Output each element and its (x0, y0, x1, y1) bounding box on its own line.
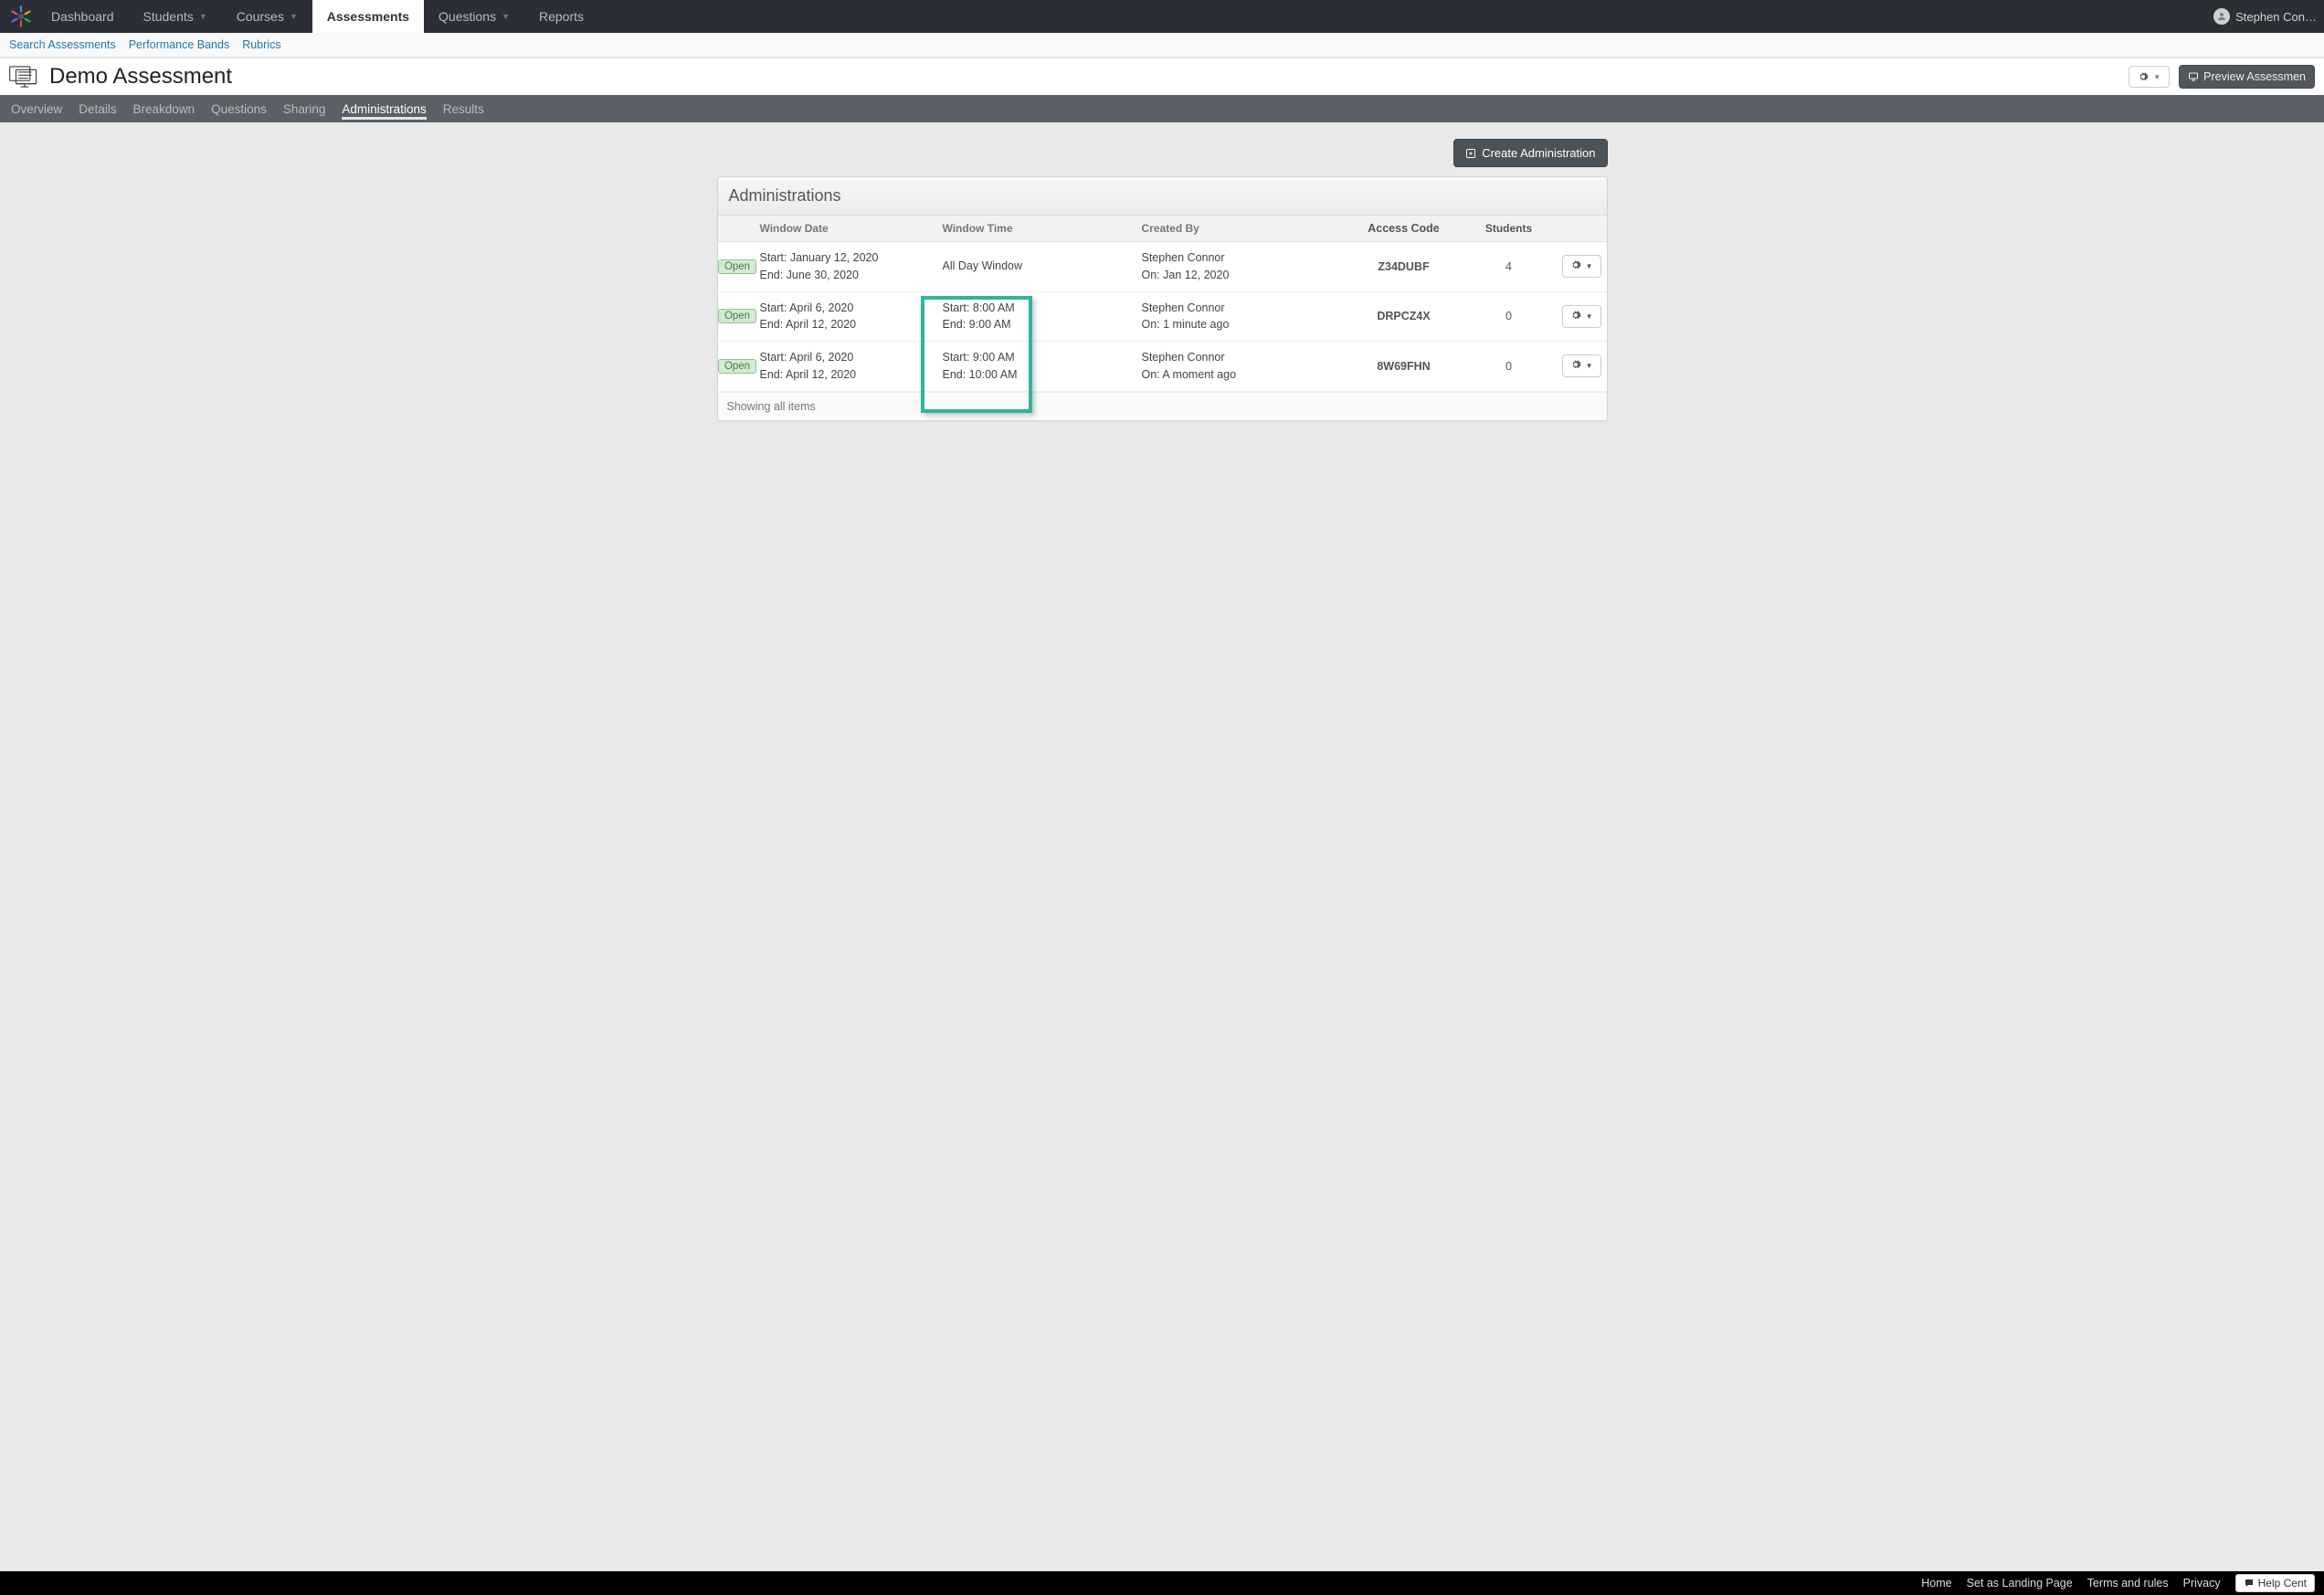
col-students: Students (1473, 222, 1546, 235)
monitor-icon (2188, 71, 2199, 82)
date-end: End: April 12, 2020 (760, 316, 932, 333)
chevron-down-icon: ▼ (1586, 312, 1593, 321)
row-actions-button[interactable]: ▼ (1562, 255, 1601, 278)
time-start: Start: 9:00 AM (943, 349, 1131, 366)
col-window-time: Window Time (937, 222, 1136, 235)
preview-assessment-button[interactable]: Preview Assessmen (2179, 65, 2315, 89)
nav-item-dashboard[interactable]: Dashboard (37, 0, 129, 33)
created-on: On: 1 minute ago (1142, 316, 1330, 333)
creator: Stephen Connor (1142, 349, 1330, 366)
nav-label: Students (143, 9, 194, 24)
creator: Stephen Connor (1142, 300, 1330, 317)
chevron-down-icon: ▼ (290, 12, 298, 21)
nav-item-questions[interactable]: Questions ▼ (424, 0, 524, 33)
subnav-link-search-assessments[interactable]: Search Assessments (9, 38, 116, 51)
nav-item-assessments[interactable]: Assessments (312, 0, 424, 33)
page-title: Demo Assessment (49, 64, 232, 90)
time-start: Start: 8:00 AM (943, 300, 1131, 317)
date-start: Start: April 6, 2020 (760, 349, 932, 366)
table-row: Open Start: January 12, 2020End: June 30,… (718, 242, 1607, 292)
page-tabs: Overview Details Breakdown Questions Sharing… (0, 95, 2324, 122)
tab-questions[interactable]: Questions (211, 99, 267, 120)
assessment-icon (7, 64, 40, 90)
table-row: Open Start: April 6, 2020End: April 12, 2… (718, 342, 1607, 392)
footer-link-terms-and-rules[interactable]: Terms and rules (2087, 1577, 2169, 1590)
gear-icon (1570, 359, 1581, 373)
gear-icon (2138, 71, 2149, 82)
chevron-down-icon: ▼ (199, 12, 207, 21)
time-end: End: 10:00 AM (943, 366, 1131, 384)
sub-nav: Search Assessments Performance Bands Rubri… (0, 33, 2324, 58)
tab-results[interactable]: Results (443, 99, 484, 120)
tab-breakdown[interactable]: Breakdown (133, 99, 195, 120)
col-access-code: Access Code (1336, 222, 1473, 235)
gear-icon (1570, 310, 1581, 323)
students-count: 0 (1473, 360, 1546, 373)
page-footer: Home Set as Landing Page Terms and rules Pr… (0, 1571, 2324, 1595)
footer-link-set-as-landing-page[interactable]: Set as Landing Page (1967, 1577, 2073, 1590)
date-end: End: April 12, 2020 (760, 366, 932, 384)
panel-title: Administrations (718, 177, 1607, 216)
help-center-button[interactable]: Help Cent (2235, 1574, 2315, 1592)
create-label: Create Administration (1482, 146, 1595, 160)
time-start: All Day Window (943, 258, 1131, 275)
tab-sharing[interactable]: Sharing (283, 99, 326, 120)
nav-label: Dashboard (51, 9, 114, 24)
students-count: 0 (1473, 310, 1546, 322)
chevron-down-icon: ▼ (1586, 262, 1593, 270)
nav-label: Assessments (327, 9, 409, 24)
nav-item-courses[interactable]: Courses ▼ (222, 0, 312, 33)
creator: Stephen Connor (1142, 249, 1330, 267)
app-logo[interactable] (5, 0, 37, 33)
panel-footer: Showing all items (718, 392, 1607, 420)
col-created-by: Created By (1136, 222, 1336, 235)
row-actions-button[interactable]: ▼ (1562, 305, 1601, 328)
created-on: On: A moment ago (1142, 366, 1330, 384)
footer-link-privacy[interactable]: Privacy (2183, 1577, 2221, 1590)
table-header: Window Date Window Time Created By Acces… (718, 216, 1607, 242)
time-end: End: 9:00 AM (943, 316, 1131, 333)
gear-icon (1570, 259, 1581, 273)
plus-icon (1465, 148, 1476, 159)
nav-item-students[interactable]: Students ▼ (129, 0, 222, 33)
status-badge: Open (718, 359, 756, 374)
administrations-panel: Administrations Window Date Window Time … (717, 176, 1608, 421)
status-badge: Open (718, 259, 756, 274)
nav-item-reports[interactable]: Reports (524, 0, 598, 33)
nav-label: Questions (438, 9, 496, 24)
tab-administrations[interactable]: Administrations (342, 99, 426, 120)
chevron-down-icon: ▼ (2153, 73, 2160, 81)
top-nav: Dashboard Students ▼ Courses ▼ Assessments Que… (0, 0, 2324, 33)
tab-details[interactable]: Details (79, 99, 116, 120)
preview-label: Preview Assessmen (2203, 70, 2306, 83)
date-start: Start: January 12, 2020 (760, 249, 932, 267)
speech-bubble-icon (2244, 1578, 2255, 1589)
access-code: DRPCZ4X (1336, 310, 1473, 322)
date-end: End: June 30, 2020 (760, 267, 932, 284)
page-settings-button[interactable]: ▼ (2129, 66, 2170, 88)
table-row: Open Start: April 6, 2020End: April 12, 2… (718, 292, 1607, 343)
date-start: Start: April 6, 2020 (760, 300, 932, 317)
row-actions-button[interactable]: ▼ (1562, 354, 1601, 377)
chevron-down-icon: ▼ (1586, 362, 1593, 370)
chevron-down-icon: ▼ (502, 12, 510, 21)
main-content: Create Administration Administrations Wi… (0, 122, 2324, 1571)
students-count: 4 (1473, 260, 1546, 273)
nav-label: Reports (539, 9, 584, 24)
access-code: Z34DUBF (1336, 260, 1473, 273)
user-name: Stephen Con… (2235, 10, 2317, 24)
footer-link-home[interactable]: Home (1921, 1577, 1951, 1590)
status-badge: Open (718, 309, 756, 323)
tab-overview[interactable]: Overview (11, 99, 62, 120)
avatar-icon (2213, 8, 2230, 25)
nav-label: Courses (237, 9, 284, 24)
created-on: On: Jan 12, 2020 (1142, 267, 1330, 284)
user-menu[interactable]: Stephen Con… (2204, 0, 2324, 33)
title-bar: Demo Assessment ▼ Preview Assessmen (0, 58, 2324, 95)
create-administration-button[interactable]: Create Administration (1453, 139, 1607, 167)
access-code: 8W69FHN (1336, 360, 1473, 373)
subnav-link-rubrics[interactable]: Rubrics (242, 38, 280, 51)
subnav-link-performance-bands[interactable]: Performance Bands (129, 38, 229, 51)
col-window-date: Window Date (755, 222, 937, 235)
